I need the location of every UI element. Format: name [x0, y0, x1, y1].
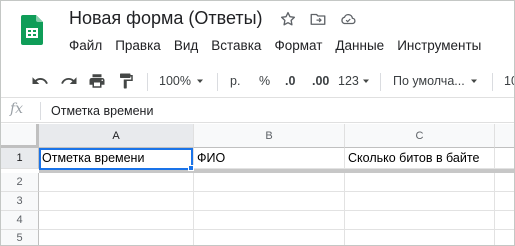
- column-header-d[interactable]: [495, 124, 514, 148]
- toolbar: 100% р. % .0 .00 123 По умолча... 10: [1, 64, 514, 98]
- column-header-a[interactable]: A: [39, 124, 194, 148]
- decrease-decimals-label: .0: [285, 74, 296, 88]
- select-all-corner[interactable]: [1, 124, 39, 148]
- cell-a5[interactable]: [39, 230, 194, 245]
- cloud-saved-icon[interactable]: [339, 10, 357, 28]
- fx-icon: fx: [10, 101, 24, 117]
- menu-data[interactable]: Данные: [335, 38, 384, 53]
- cell-c3[interactable]: [345, 192, 495, 211]
- decrease-decimals-button[interactable]: .0: [285, 64, 295, 98]
- toolbar-divider: [380, 73, 381, 91]
- cell-b1[interactable]: ФИО: [194, 148, 345, 169]
- menu-file[interactable]: Файл: [69, 38, 102, 53]
- row-header-5[interactable]: 5: [1, 230, 39, 245]
- menu-format[interactable]: Формат: [274, 38, 322, 53]
- formula-bar-divider: [40, 102, 41, 120]
- paint-format-button[interactable]: [117, 64, 135, 98]
- cell-b3[interactable]: [194, 192, 345, 211]
- menu-edit[interactable]: Правка: [115, 38, 161, 53]
- cell-b5[interactable]: [194, 230, 345, 245]
- redo-icon: [61, 77, 77, 84]
- cell-a2[interactable]: [39, 173, 194, 192]
- cell-b4[interactable]: [194, 211, 345, 230]
- menu-bar: Файл Правка Вид Вставка Формат Данные Ин…: [69, 38, 494, 53]
- cell-a4[interactable]: [39, 211, 194, 230]
- cell-d3[interactable]: [495, 192, 514, 211]
- increase-decimals-button[interactable]: .00: [312, 64, 329, 98]
- print-icon: [89, 74, 105, 88]
- cell-b2[interactable]: [194, 173, 345, 192]
- cell-a1[interactable]: Отметка времени: [39, 148, 194, 169]
- formula-input[interactable]: Отметка времени: [51, 104, 153, 118]
- move-to-folder-icon[interactable]: [309, 10, 327, 28]
- zoom-value: 100%: [159, 74, 191, 88]
- sheet-grid: A B C 1 2 3 4 5 Отметка времени ФИО Скол…: [1, 124, 514, 245]
- row-header-4[interactable]: 4: [1, 211, 39, 230]
- row-header-1[interactable]: 1: [1, 148, 39, 169]
- column-header-c[interactable]: C: [345, 124, 495, 148]
- increase-decimals-label: .00: [312, 74, 330, 88]
- menu-insert[interactable]: Вставка: [211, 38, 261, 53]
- font-size-value: 10: [504, 74, 514, 88]
- font-size-select[interactable]: 10: [504, 64, 514, 98]
- cell-d5[interactable]: [495, 230, 514, 245]
- star-icon[interactable]: [279, 10, 297, 28]
- spreadsheet-window: Новая форма (Ответы) Файл Правка Вид Вст…: [0, 0, 515, 246]
- chevron-down-icon: [362, 79, 369, 83]
- percent-label: %: [259, 74, 271, 88]
- cell-d4[interactable]: [495, 211, 514, 230]
- zoom-select[interactable]: 100%: [159, 64, 205, 98]
- format-percent-button[interactable]: %: [259, 64, 270, 98]
- column-header-b[interactable]: B: [194, 124, 345, 148]
- cell-c2[interactable]: [345, 173, 495, 192]
- format-currency-button[interactable]: р.: [230, 64, 240, 98]
- row-header-3[interactable]: 3: [1, 192, 39, 211]
- font-family-select[interactable]: По умолча...: [393, 64, 479, 98]
- chevron-down-icon: [196, 79, 203, 83]
- cell-c4[interactable]: [345, 211, 495, 230]
- header: Новая форма (Ответы) Файл Правка Вид Вст…: [1, 1, 514, 63]
- more-formats-button[interactable]: 123: [338, 64, 371, 98]
- cell-d2[interactable]: [495, 173, 514, 192]
- undo-icon: [32, 77, 48, 84]
- paint-roller-icon: [120, 73, 133, 89]
- cell-a3[interactable]: [39, 192, 194, 211]
- cell-c1[interactable]: Сколько битов в байте: [345, 148, 495, 169]
- chevron-down-icon: [470, 79, 477, 83]
- row-header-2[interactable]: 2: [1, 173, 39, 192]
- sheets-logo[interactable]: [21, 15, 43, 45]
- toolbar-divider: [147, 73, 148, 91]
- menu-tools[interactable]: Инструменты: [397, 38, 481, 53]
- cell-d1[interactable]: [495, 148, 514, 169]
- menu-view[interactable]: Вид: [174, 38, 198, 53]
- document-title[interactable]: Новая форма (Ответы): [69, 8, 263, 29]
- toolbar-divider: [492, 73, 493, 91]
- undo-button[interactable]: [31, 64, 49, 98]
- currency-label: р.: [230, 74, 241, 88]
- font-family-value: По умолча...: [393, 74, 465, 88]
- more-formats-label: 123: [338, 74, 359, 88]
- formula-bar: fx Отметка времени: [1, 99, 514, 123]
- print-button[interactable]: [88, 64, 106, 98]
- fill-handle[interactable]: [188, 165, 194, 171]
- cell-c5[interactable]: [345, 230, 495, 245]
- redo-button[interactable]: [60, 64, 78, 98]
- toolbar-divider: [217, 73, 218, 91]
